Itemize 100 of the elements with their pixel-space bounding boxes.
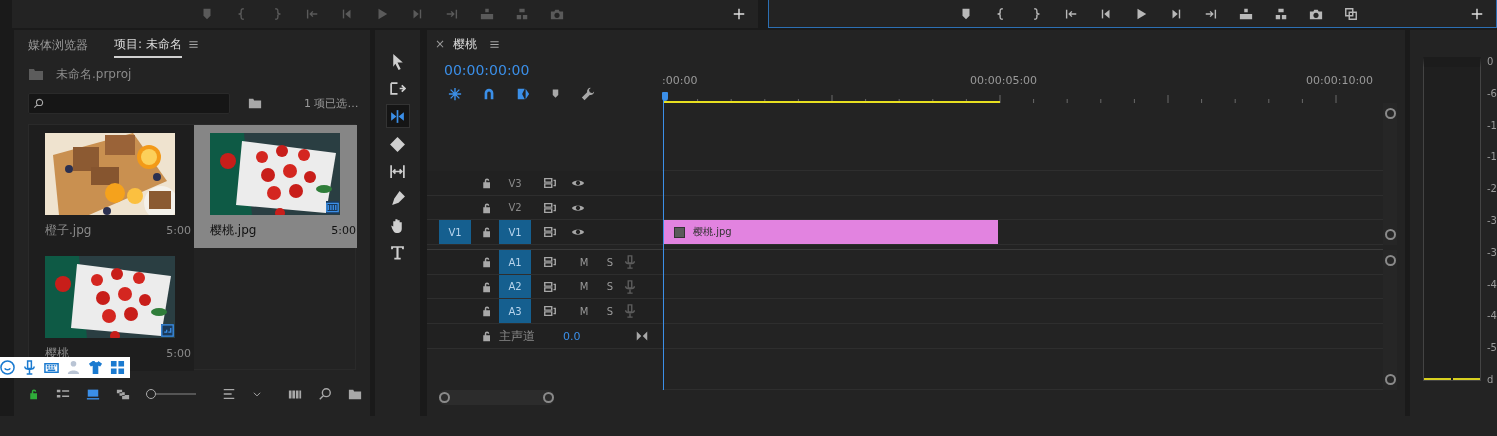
meter-scale-label: -5 bbox=[1487, 342, 1497, 355]
ruler-label: 00:00:10:00 bbox=[1306, 74, 1374, 87]
panel-tab[interactable]: 媒体浏览器 bbox=[28, 31, 88, 57]
compare-icon[interactable] bbox=[1344, 6, 1358, 21]
ruler-label: :00:00 bbox=[662, 74, 698, 87]
freeform-view-icon[interactable] bbox=[116, 387, 130, 401]
master-volume[interactable]: 0.0 bbox=[563, 329, 581, 343]
magnet-icon[interactable] bbox=[482, 86, 496, 101]
bowtie-icon[interactable] bbox=[636, 330, 648, 342]
meter-scale-label: -4 bbox=[1487, 278, 1497, 291]
grid-icon[interactable] bbox=[110, 360, 125, 375]
sort-icon[interactable] bbox=[222, 387, 236, 401]
meter-scale-label: -1 bbox=[1487, 151, 1497, 164]
lock-icon[interactable] bbox=[481, 330, 493, 342]
track-target[interactable]: A1 bbox=[499, 250, 531, 274]
fx-icon bbox=[674, 226, 685, 238]
meter-scale-label: -1 bbox=[1487, 119, 1497, 132]
tool-button[interactable] bbox=[385, 104, 410, 128]
microphone-icon[interactable] bbox=[623, 255, 637, 269]
add-icon[interactable] bbox=[1470, 6, 1484, 21]
sequence-icon bbox=[161, 324, 174, 337]
meter-scale-label: -6 bbox=[1487, 87, 1497, 100]
output-toggle-icon[interactable] bbox=[543, 304, 557, 318]
scrollbar[interactable] bbox=[439, 390, 554, 405]
chevron-icon[interactable] bbox=[252, 389, 262, 399]
media-item[interactable]: 橙子.jpg 5:00 bbox=[29, 125, 194, 248]
microphone-icon[interactable] bbox=[623, 304, 637, 318]
clip-name: 樱桃.jpg bbox=[693, 225, 732, 239]
insert-icon[interactable] bbox=[1239, 6, 1253, 21]
sequence-tab[interactable]: 樱桃 bbox=[453, 35, 478, 53]
meter-scale-label: -3 bbox=[1487, 215, 1497, 227]
meter-scale-label: -2 bbox=[1487, 183, 1497, 196]
search-field[interactable] bbox=[28, 92, 230, 114]
pen-icon bbox=[389, 189, 406, 207]
lock-icon[interactable] bbox=[481, 201, 493, 214]
item-duration: 5:00 bbox=[166, 224, 191, 237]
solo-button[interactable]: S bbox=[597, 281, 623, 292]
icon-view-icon[interactable] bbox=[86, 387, 100, 401]
output-toggle-icon[interactable] bbox=[543, 255, 557, 269]
lock-icon[interactable] bbox=[481, 177, 493, 189]
lock-icon[interactable] bbox=[481, 226, 493, 238]
overwrite-icon[interactable] bbox=[1274, 6, 1288, 21]
meter-scale-label: 0 bbox=[1487, 56, 1495, 68]
close-button[interactable]: × bbox=[435, 37, 446, 51]
track-target[interactable]: V3 bbox=[499, 171, 531, 195]
smiley-icon[interactable] bbox=[0, 360, 15, 375]
mute-button[interactable]: M bbox=[571, 281, 597, 292]
item-name: 樱桃.jpg bbox=[210, 222, 257, 239]
insert-overwrite-icon[interactable] bbox=[516, 86, 530, 101]
ripple-edit-icon bbox=[389, 107, 406, 125]
playhead-handle[interactable] bbox=[662, 92, 668, 101]
add-icon[interactable] bbox=[732, 7, 746, 21]
razor-icon bbox=[389, 135, 406, 153]
track-target[interactable]: V1 bbox=[499, 220, 531, 244]
snap-icon[interactable] bbox=[448, 86, 462, 101]
output-toggle-icon[interactable] bbox=[543, 200, 557, 215]
solo-button[interactable]: S bbox=[597, 256, 623, 268]
track-target[interactable]: A3 bbox=[499, 299, 531, 323]
microphone-icon[interactable] bbox=[22, 360, 37, 375]
output-toggle-icon[interactable] bbox=[543, 225, 557, 239]
new-bin-icon[interactable] bbox=[348, 387, 362, 401]
lock-icon[interactable] bbox=[481, 305, 493, 317]
keyboard-icon[interactable] bbox=[44, 360, 59, 375]
track-target[interactable]: V2 bbox=[499, 196, 531, 219]
solo-button[interactable]: S bbox=[597, 305, 623, 317]
marker-icon[interactable] bbox=[550, 88, 561, 99]
wrench-icon[interactable] bbox=[581, 86, 595, 101]
track-select-icon bbox=[389, 79, 406, 97]
find-icon[interactable] bbox=[248, 96, 262, 110]
timecode[interactable]: 00:00:00:00 bbox=[427, 58, 662, 84]
text-tool-icon bbox=[389, 243, 406, 261]
selection-count: 1 项已选… bbox=[304, 95, 359, 111]
track-target[interactable]: A2 bbox=[499, 275, 531, 298]
shirt-icon[interactable] bbox=[88, 360, 103, 375]
panel-tab[interactable]: 项目: 未命名 bbox=[114, 30, 182, 58]
clip[interactable]: 樱桃.jpg bbox=[664, 220, 998, 244]
film-icon bbox=[326, 201, 339, 214]
folder-icon bbox=[28, 66, 44, 82]
list-view-icon[interactable] bbox=[56, 387, 70, 401]
menu-icon[interactable] bbox=[489, 38, 501, 50]
lock-icon[interactable] bbox=[28, 388, 40, 400]
item-duration: 5:00 bbox=[331, 224, 356, 237]
project-file-name: 未命名.prproj bbox=[56, 65, 132, 83]
menu-icon[interactable] bbox=[187, 38, 199, 50]
mute-button[interactable]: M bbox=[571, 305, 597, 317]
meter-scale-label: -4 bbox=[1487, 310, 1497, 323]
lock-icon[interactable] bbox=[481, 256, 493, 268]
item-name: 橙子.jpg bbox=[45, 222, 92, 239]
source-patch[interactable]: V1 bbox=[439, 220, 471, 244]
search-icon[interactable] bbox=[318, 387, 332, 401]
master-track-name: 主声道 bbox=[499, 327, 535, 345]
media-item[interactable]: 樱桃.jpg 5:00 bbox=[194, 125, 357, 248]
item-duration: 5:00 bbox=[166, 347, 191, 360]
lock-icon[interactable] bbox=[481, 280, 493, 293]
output-toggle-icon[interactable] bbox=[543, 279, 557, 294]
output-toggle-icon[interactable] bbox=[543, 176, 557, 190]
meter-scale-label: d bbox=[1487, 373, 1495, 386]
mute-button[interactable]: M bbox=[571, 256, 597, 268]
microphone-icon[interactable] bbox=[623, 279, 637, 294]
meter-scale-label: -3 bbox=[1487, 246, 1497, 259]
